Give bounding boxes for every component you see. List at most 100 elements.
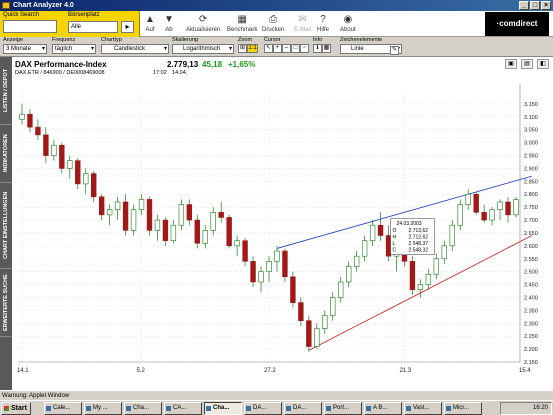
nav-indikatoren[interactable]: INDIKATOREN: [0, 125, 12, 183]
tool-label: Aktualisieren: [186, 27, 221, 33]
charttyp-select[interactable]: Candlestick: [101, 44, 169, 54]
taskbar-task-button[interactable]: A B...: [364, 402, 402, 415]
taskbar-task-button[interactable]: Vast...: [404, 402, 442, 415]
nav-listen-depot[interactable]: LISTEN / DEPOT: [0, 57, 12, 125]
info-icon[interactable]: ℹ: [313, 44, 322, 53]
anzeige-select[interactable]: 3 Monate: [3, 44, 47, 54]
candlestick-chart[interactable]: 3.150 3.100 3.050 3.000 2.950 2.900 2.850 2.800…: [12, 77, 553, 390]
tool-auf-button[interactable]: ▲ Auf: [145, 12, 155, 33]
candle-body: [59, 144, 65, 169]
go-button[interactable]: ▸: [121, 21, 134, 33]
info-grid-icon[interactable]: ▦: [322, 44, 331, 53]
taskbar-task-button[interactable]: Cha...: [204, 402, 242, 415]
candle-body: [306, 320, 312, 347]
y-tick-label: 3.050: [524, 128, 538, 134]
tool-label: E-Mail: [294, 27, 312, 33]
cursor-hline-icon[interactable]: –: [282, 44, 291, 53]
candle-body: [154, 219, 161, 231]
y-tick-label: 2.950: [524, 154, 538, 160]
chart-panel: DAX Performance-Index DAX.ETR / 846900 /…: [12, 57, 553, 390]
candle-body: [138, 199, 145, 211]
taskbar-task-button[interactable]: My ...: [84, 402, 122, 415]
price-change-percent: +1,65%: [228, 60, 256, 69]
info-box-value: 2.548,37: [409, 241, 429, 247]
candle-body: [146, 199, 153, 231]
tool-e-mail-button[interactable]: ✉ E-Mail: [294, 12, 311, 33]
candle-body: [481, 212, 487, 221]
frequenz-select[interactable]: täglich: [52, 44, 96, 54]
up-arrow-icon: ▲: [145, 14, 155, 25]
y-tick-label: 2.500: [524, 270, 538, 276]
candle-body: [433, 258, 440, 275]
maximize-button[interactable]: □: [530, 1, 540, 10]
chart-image-icon[interactable]: ▣: [505, 59, 517, 69]
y-tick-label: 2.250: [524, 334, 538, 340]
benchmark-chart-icon: ▦: [237, 14, 247, 25]
boersenplatz-select[interactable]: Alle: [68, 21, 118, 33]
close-button[interactable]: ×: [541, 1, 551, 10]
taskbar-task-button[interactable]: Port...: [324, 402, 362, 415]
candle-body: [67, 160, 73, 169]
window-titlebar[interactable]: Chart Analyzer 4.0 _ □ ×: [0, 0, 553, 11]
taskbar-task-button[interactable]: CA...: [164, 402, 202, 415]
candle-body: [449, 224, 455, 247]
y-tick-label: 2.450: [524, 283, 538, 289]
candle-body: [35, 126, 41, 136]
cursor-box-icon[interactable]: □: [291, 44, 300, 53]
candle-body: [497, 201, 503, 211]
candle-body: [27, 113, 33, 128]
candle-body: [353, 255, 360, 267]
chart-settings-icon[interactable]: ◧: [537, 59, 549, 69]
y-tick-label: 2.350: [524, 308, 538, 314]
taskbar-task-button[interactable]: Cha...: [124, 402, 162, 415]
tool-drucken-button[interactable]: ⎙ Drucken: [262, 12, 284, 33]
candle-body: [290, 276, 296, 303]
candle-body: [194, 219, 200, 244]
candle-body: [226, 217, 232, 247]
tool-label: Hilfe: [317, 27, 330, 33]
candle-body: [122, 201, 129, 231]
nav-chart-einstellungen[interactable]: CHART EINSTELLUNGEN: [0, 183, 12, 269]
candle-body: [162, 219, 169, 241]
candle-body: [210, 212, 216, 231]
tool-hilfe-button[interactable]: ? Hilfe: [317, 12, 329, 33]
candle-body: [298, 302, 304, 322]
last-price: 2.779,13: [167, 60, 199, 69]
cursor-cross-icon[interactable]: +: [273, 44, 282, 53]
start-button[interactable]: Start: [1, 402, 31, 415]
y-tick-label: 2.300: [524, 321, 538, 327]
taskbar-task-button[interactable]: DA...: [284, 402, 322, 415]
tool-benchmark-button[interactable]: ▦ Benchmark: [227, 12, 257, 33]
tool-ab-button[interactable]: ▼ Ab: [164, 12, 174, 33]
boersenplatz-label: Börsenplatz: [68, 12, 100, 18]
y-tick-label: 2.200: [524, 347, 538, 353]
tool-about-button[interactable]: ◉ About: [340, 12, 356, 33]
cursor-label: Cursor: [264, 37, 281, 43]
zeichenelemente-label: Zeichenelemente: [340, 37, 383, 43]
zoom-value-button[interactable]: 1:1: [247, 44, 258, 53]
tool-label: Drucken: [262, 27, 285, 33]
cursor-multi-icon[interactable]: ▫: [300, 44, 309, 53]
cursor-arrow-icon[interactable]: ↖: [264, 44, 273, 53]
candle-body: [19, 113, 25, 120]
y-tick-label: 2.900: [524, 166, 538, 172]
skalierung-select[interactable]: Logarithmisch: [172, 44, 234, 54]
candle-body: [465, 193, 471, 205]
tool-aktualisieren-button[interactable]: ⟳ Aktualisieren: [186, 12, 220, 33]
zoom-label: Zoom: [238, 37, 253, 43]
chart-table-icon[interactable]: ▤: [521, 59, 533, 69]
zoom-fit-button[interactable]: ⊞: [238, 44, 247, 53]
quick-search-input[interactable]: [3, 20, 57, 33]
draw-pen-icon[interactable]: ✎: [390, 46, 399, 55]
minimize-button[interactable]: _: [519, 1, 529, 10]
taskbar-task-button[interactable]: Cale...: [44, 402, 82, 415]
taskbar-task-button[interactable]: Micr...: [444, 402, 482, 415]
candle-body: [457, 204, 463, 226]
candle-body: [114, 201, 121, 211]
candle-body: [409, 261, 416, 291]
nav-erweiterte-suche[interactable]: ERWEITERTE SUCHE: [0, 269, 12, 337]
candle-body: [377, 224, 384, 236]
y-tick-label: 2.800: [524, 192, 538, 198]
taskbar-task-button[interactable]: DA...: [244, 402, 282, 415]
y-tick-label: 2.550: [524, 257, 538, 263]
